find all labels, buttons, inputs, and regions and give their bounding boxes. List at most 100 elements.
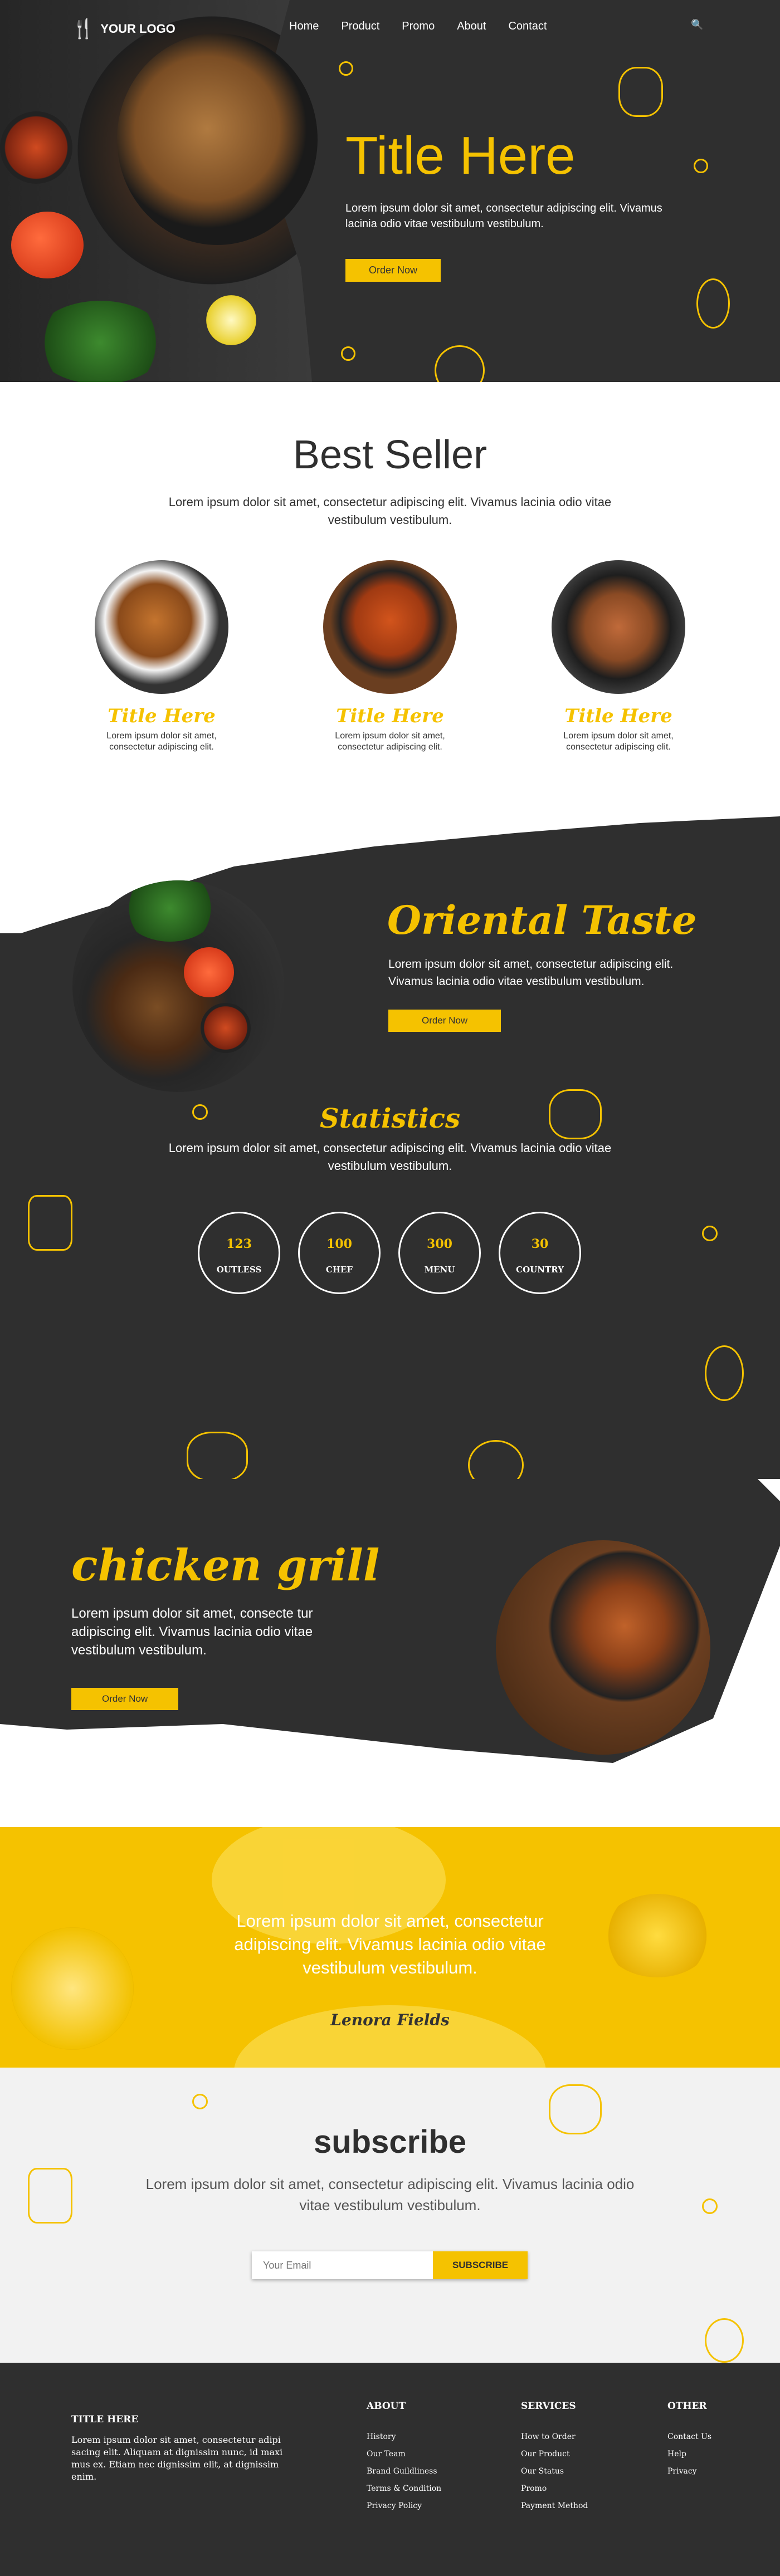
dish-image xyxy=(95,560,228,694)
grill-order-button[interactable]: Order Now xyxy=(71,1688,179,1710)
subscribe-button[interactable]: SUBSCRIBE xyxy=(433,2251,528,2279)
hero-text: Lorem ipsum dolor sit amet, consectetur … xyxy=(345,202,662,230)
doodle-circle-icon xyxy=(694,159,708,173)
chicken-doodle-icon xyxy=(187,1432,248,1479)
hero-order-button[interactable]: Order Now xyxy=(345,259,441,282)
search-icon[interactable]: 🔍 xyxy=(691,19,703,31)
hero-title: Title Here xyxy=(345,126,576,185)
oriental-order-button[interactable]: Order Now xyxy=(388,1010,501,1032)
spice-bowl-image xyxy=(0,111,72,184)
subscribe-text: Lorem ipsum dolor sit amet, consectetur … xyxy=(145,2176,635,2213)
stat-value: 30 xyxy=(531,1237,549,1251)
stat-circle: 30 COUNTRY xyxy=(499,1212,581,1294)
onion-doodle-icon xyxy=(696,278,730,329)
dish-image xyxy=(552,560,685,694)
footer: TITLE HERE Lorem ipsum dolor sit amet, c… xyxy=(0,2363,780,2576)
footer-link[interactable]: Help xyxy=(667,2446,711,2463)
doodle-circle-icon xyxy=(702,2198,718,2214)
dish-title: Title Here xyxy=(108,705,216,727)
nav-menu: Home Product Promo About Contact xyxy=(289,20,547,33)
footer-link[interactable]: Payment Method xyxy=(521,2497,588,2515)
subscribe-form: SUBSCRIBE xyxy=(252,2251,528,2279)
footer-heading: OTHER xyxy=(667,2401,707,2412)
logo[interactable]: 🍴 YOUR LOGO xyxy=(71,18,176,40)
pepper-image xyxy=(11,212,84,278)
footer-heading: SERVICES xyxy=(521,2401,576,2412)
dish-card[interactable]: Title Here Lorem ipsum dolor sit amet, c… xyxy=(323,560,457,753)
utensils-icon: 🍴 xyxy=(71,18,95,40)
grill-food-image xyxy=(496,1540,710,1755)
oriental-section: Oriental Taste Lorem ipsum dolor sit ame… xyxy=(0,811,780,1479)
footer-link[interactable]: Our Team xyxy=(367,2446,441,2463)
footer-link[interactable]: Our Status xyxy=(521,2463,588,2480)
nav-item-promo[interactable]: Promo xyxy=(402,20,435,33)
herb-doodle-icon xyxy=(28,1195,72,1251)
dish-text: Lorem ipsum dolor sit amet, consectetur … xyxy=(563,731,674,752)
logo-text: YOUR LOGO xyxy=(100,22,176,36)
dish-text: Lorem ipsum dolor sit amet, consectetur … xyxy=(335,731,445,752)
testimonial-author: Lenora Fields xyxy=(330,2011,450,2029)
oriental-title: Oriental Taste xyxy=(387,897,697,943)
grill-text: Lorem ipsum dolor sit amet, consecte tur… xyxy=(71,1606,313,1658)
onion-doodle-icon xyxy=(705,1345,744,1401)
stat-label: COUNTRY xyxy=(516,1265,564,1275)
dish-card[interactable]: Title Here Lorem ipsum dolor sit amet, c… xyxy=(95,560,228,753)
footer-column-other: OTHER Contact Us Help Privacy xyxy=(667,2401,711,2480)
main-nav: 🍴 YOUR LOGO Home Product Promo About Con… xyxy=(0,0,780,50)
footer-column-services: SERVICES How to Order Our Product Our St… xyxy=(521,2401,588,2515)
statistics-title: Statistics xyxy=(319,1103,461,1134)
background-food-image xyxy=(11,1927,134,2050)
stat-value: 100 xyxy=(326,1237,352,1251)
footer-link[interactable]: Our Product xyxy=(521,2446,588,2463)
stat-label: MENU xyxy=(424,1265,455,1275)
stat-label: CHEF xyxy=(325,1265,353,1275)
nav-item-product[interactable]: Product xyxy=(341,20,379,33)
dish-image xyxy=(323,560,457,694)
doodle-circle-icon xyxy=(339,61,353,76)
best-seller-intro: Lorem ipsum dolor sit amet, consectetur … xyxy=(168,495,612,527)
dish-card[interactable]: Title Here Lorem ipsum dolor sit amet, c… xyxy=(552,560,685,753)
stat-circle: 300 MENU xyxy=(398,1212,481,1294)
hero-section: 🍴 YOUR LOGO Home Product Promo About Con… xyxy=(0,0,780,382)
oriental-food-image xyxy=(72,880,284,1092)
lemon-image xyxy=(206,295,256,345)
herb-doodle-icon xyxy=(28,2168,72,2224)
lemon-doodle-icon xyxy=(435,345,485,382)
nav-item-home[interactable]: Home xyxy=(289,20,319,33)
nav-item-contact[interactable]: Contact xyxy=(508,20,547,33)
stat-circle: 123 OUTLESS xyxy=(198,1212,280,1294)
stat-label: OUTLESS xyxy=(216,1265,262,1275)
footer-link[interactable]: Brand Guildliness xyxy=(367,2463,441,2480)
noodle-plate-image xyxy=(117,33,318,245)
dish-title: Title Here xyxy=(564,705,672,727)
footer-link[interactable]: History xyxy=(367,2428,441,2446)
footer-link[interactable]: Promo xyxy=(521,2480,588,2497)
subscribe-section: subscribe Lorem ipsum dolor sit amet, co… xyxy=(0,2068,780,2363)
footer-link[interactable]: Terms & Condition xyxy=(367,2480,441,2497)
testimonial-section: Lorem ipsum dolor sit amet, consectetur … xyxy=(0,1827,780,2068)
doodle-circle-icon xyxy=(192,2094,208,2109)
grill-section: chicken grill Lorem ipsum dolor sit amet… xyxy=(0,1479,780,1827)
footer-link[interactable]: Contact Us xyxy=(667,2428,711,2446)
footer-link[interactable]: How to Order xyxy=(521,2428,588,2446)
footer-link[interactable]: Privacy xyxy=(667,2463,711,2480)
grill-title: chicken grill xyxy=(71,1540,380,1591)
stat-value: 123 xyxy=(226,1237,252,1251)
dish-title: Title Here xyxy=(336,705,444,727)
best-seller-section: Best Seller Lorem ipsum dolor sit amet, … xyxy=(0,382,780,811)
stat-value: 300 xyxy=(427,1237,452,1251)
testimonial-text: Lorem ipsum dolor sit amet, consectetur … xyxy=(234,1911,546,1977)
stat-circle: 100 CHEF xyxy=(298,1212,381,1294)
doodle-circle-icon xyxy=(702,1226,718,1241)
statistics-text: Lorem ipsum dolor sit amet, consectetur … xyxy=(168,1141,612,1173)
footer-column-about: ABOUT History Our Team Brand Guildliness… xyxy=(367,2401,441,2515)
pepper-doodle-icon xyxy=(618,67,663,117)
email-input[interactable] xyxy=(252,2251,433,2279)
herbs-image xyxy=(33,301,167,382)
doodle-circle-icon xyxy=(341,346,355,361)
dish-text: Lorem ipsum dolor sit amet, consectetur … xyxy=(106,731,217,752)
nav-item-about[interactable]: About xyxy=(457,20,486,33)
footer-heading: ABOUT xyxy=(367,2401,406,2412)
footer-link[interactable]: Privacy Policy xyxy=(367,2497,441,2515)
best-seller-title: Best Seller xyxy=(292,433,488,477)
